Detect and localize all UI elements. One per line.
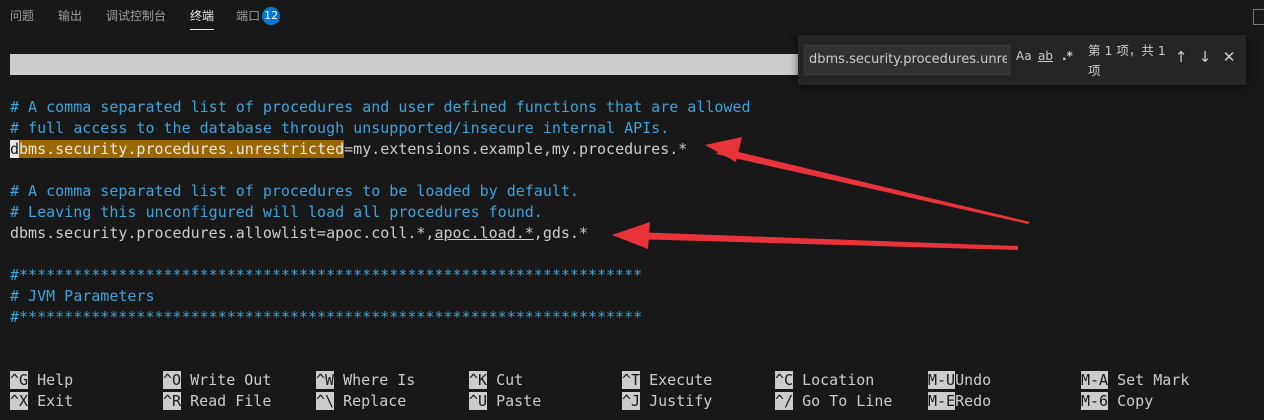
annotation-arrow-1-head	[705, 137, 742, 162]
annotation-arrows	[612, 137, 1030, 250]
annotation-arrow-2	[632, 232, 1018, 250]
annotation-arrow-2-head	[612, 222, 650, 249]
annotation-arrow-1	[716, 148, 1030, 224]
